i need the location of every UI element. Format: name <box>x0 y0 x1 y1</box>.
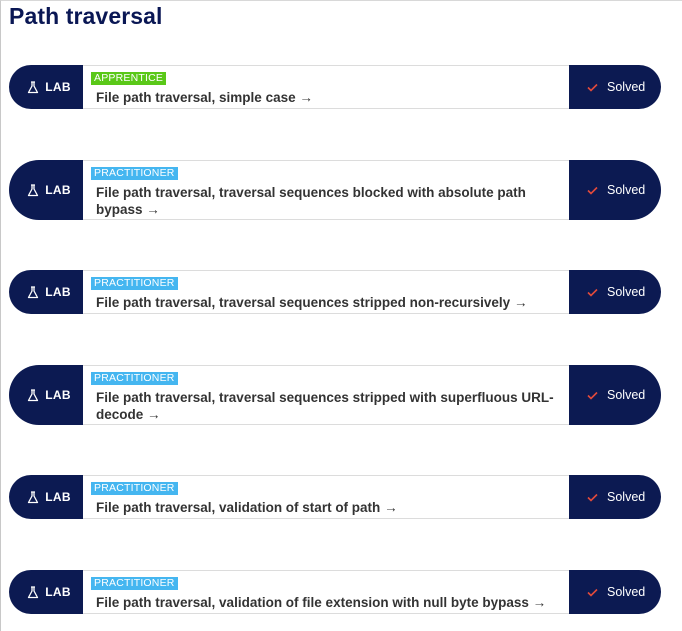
check-icon <box>587 83 598 92</box>
lab-title-link[interactable]: File path traversal, traversal sequences… <box>96 389 561 423</box>
arrow-right-icon: → <box>147 407 161 422</box>
lab-content: PRACTITIONER File path traversal, valida… <box>83 475 569 519</box>
lab-tag: LAB <box>9 160 83 220</box>
lab-tag-label: LAB <box>45 285 71 299</box>
check-icon <box>587 588 598 597</box>
lab-row: LAB PRACTITIONER File path traversal, tr… <box>9 365 661 425</box>
lab-title: File path traversal, traversal sequences… <box>96 295 511 310</box>
lab-content: PRACTITIONER File path traversal, traver… <box>83 270 569 314</box>
level-badge: PRACTITIONER <box>91 167 178 180</box>
lab-title: File path traversal, traversal sequences… <box>96 185 526 217</box>
lab-title: File path traversal, simple case <box>96 90 296 105</box>
lab-row: LAB PRACTITIONER File path traversal, tr… <box>9 160 661 220</box>
flask-icon <box>28 80 39 93</box>
lab-tag: LAB <box>9 570 83 614</box>
status-label: Solved <box>607 80 646 94</box>
status-badge: Solved <box>569 475 661 519</box>
lab-title-link[interactable]: File path traversal, traversal sequences… <box>96 184 561 218</box>
lab-title-link[interactable]: File path traversal, simple case → <box>96 89 561 106</box>
check-icon <box>587 288 598 297</box>
check-icon <box>587 186 598 195</box>
lab-tag-label: LAB <box>45 490 71 504</box>
status-label: Solved <box>607 183 646 197</box>
lab-tag: LAB <box>9 365 83 425</box>
flask-icon <box>28 285 39 298</box>
lab-title-link[interactable]: File path traversal, validation of file … <box>96 594 561 611</box>
lab-content: PRACTITIONER File path traversal, valida… <box>83 570 569 614</box>
arrow-right-icon: → <box>532 595 547 610</box>
lab-content: PRACTITIONER File path traversal, traver… <box>83 160 569 220</box>
lab-content: APPRENTICE File path traversal, simple c… <box>83 65 569 109</box>
lab-title-link[interactable]: File path traversal, validation of start… <box>96 499 561 516</box>
arrow-right-icon: → <box>146 202 160 217</box>
arrow-right-icon: → <box>513 295 528 310</box>
status-badge: Solved <box>569 365 661 425</box>
lab-title: File path traversal, traversal sequences… <box>96 390 554 422</box>
flask-icon <box>28 490 39 503</box>
level-badge: APPRENTICE <box>91 72 167 85</box>
flask-icon <box>28 183 39 196</box>
lab-tag-label: LAB <box>45 388 71 402</box>
level-badge: PRACTITIONER <box>91 482 178 495</box>
lab-title-link[interactable]: File path traversal, traversal sequences… <box>96 294 561 311</box>
level-badge: PRACTITIONER <box>91 277 178 290</box>
status-badge: Solved <box>569 160 661 220</box>
status-badge: Solved <box>569 270 661 314</box>
flask-icon <box>28 388 39 401</box>
level-badge: PRACTITIONER <box>91 372 178 385</box>
lab-title: File path traversal, validation of start… <box>96 500 381 515</box>
lab-row: LAB APPRENTICE File path traversal, simp… <box>9 65 661 109</box>
status-badge: Solved <box>569 570 661 614</box>
status-label: Solved <box>607 285 646 299</box>
status-badge: Solved <box>569 65 661 109</box>
lab-row: LAB PRACTITIONER File path traversal, va… <box>9 570 661 614</box>
lab-content: PRACTITIONER File path traversal, traver… <box>83 365 569 425</box>
lab-tag: LAB <box>9 65 83 109</box>
flask-icon <box>28 585 39 598</box>
arrow-right-icon: → <box>384 500 398 515</box>
page: Path traversal LAB APPRENTICE File path … <box>0 0 682 631</box>
status-label: Solved <box>607 490 646 504</box>
check-icon <box>587 391 598 400</box>
check-icon <box>587 493 598 502</box>
level-badge: PRACTITIONER <box>91 577 178 590</box>
lab-tag-label: LAB <box>45 183 71 197</box>
lab-title: File path traversal, validation of file … <box>96 595 529 610</box>
status-label: Solved <box>607 388 646 402</box>
lab-row: LAB PRACTITIONER File path traversal, tr… <box>9 270 661 314</box>
arrow-right-icon: → <box>299 90 313 105</box>
lab-tag-label: LAB <box>45 80 71 94</box>
lab-tag: LAB <box>9 270 83 314</box>
lab-tag-label: LAB <box>45 585 71 599</box>
lab-tag: LAB <box>9 475 83 519</box>
section-title: Path traversal <box>9 3 163 29</box>
lab-row: LAB PRACTITIONER File path traversal, va… <box>9 475 661 519</box>
status-label: Solved <box>607 585 646 599</box>
